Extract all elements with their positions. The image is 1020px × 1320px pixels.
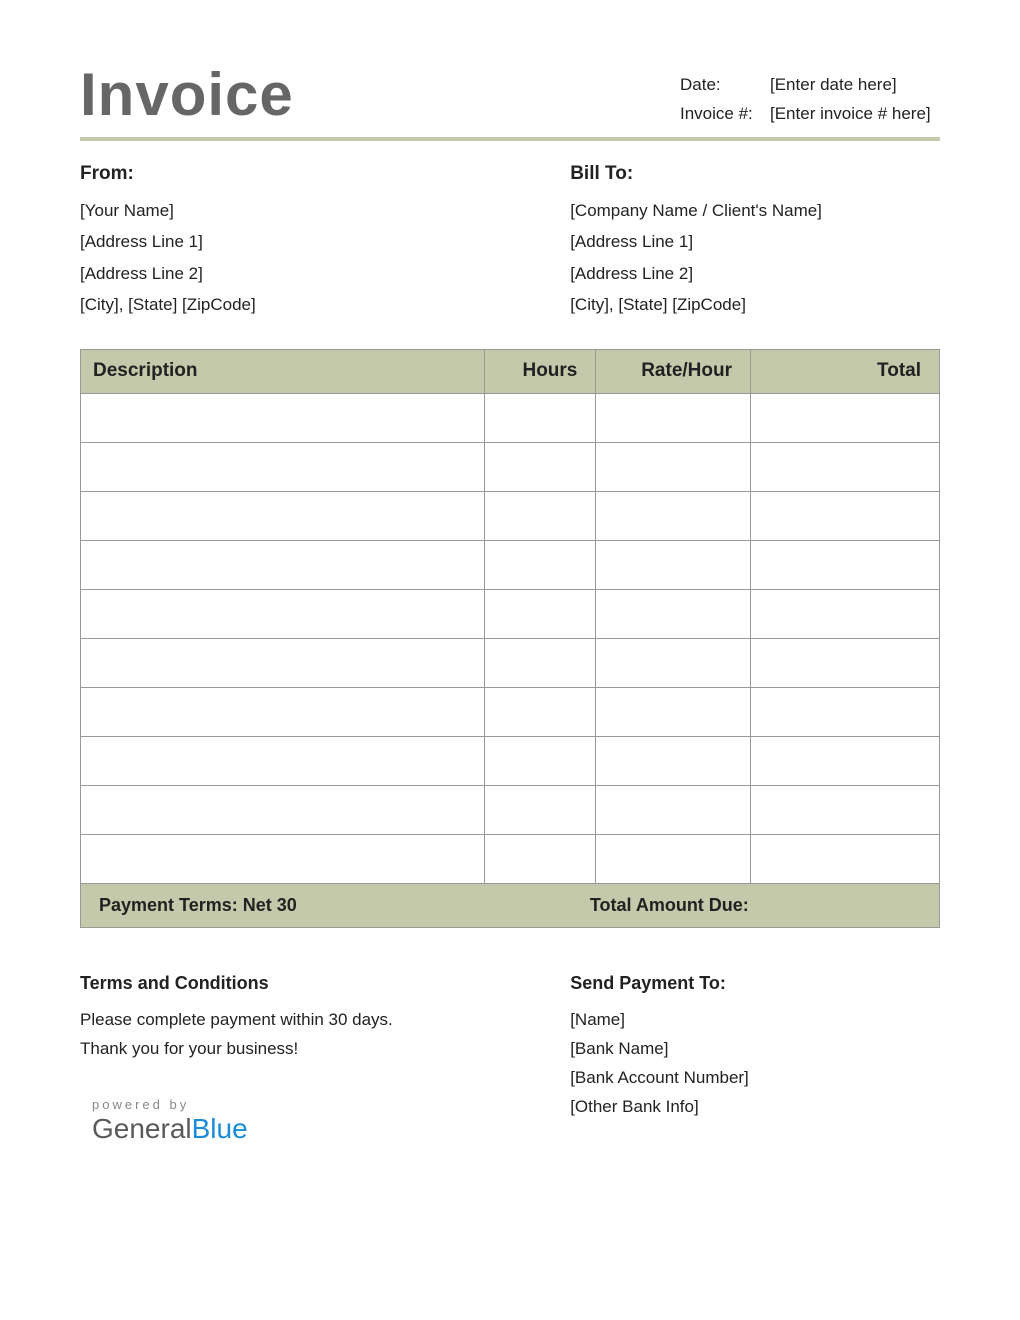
invoice-number-field[interactable]: [Enter invoice # here]: [770, 100, 940, 129]
brand-logo: GeneralBlue: [92, 1114, 570, 1143]
brand-part1: General: [92, 1113, 192, 1144]
total-due-value[interactable]: [759, 884, 939, 927]
bill-to-city[interactable]: [City], [State] [ZipCode]: [570, 289, 940, 320]
cell-desc[interactable]: [81, 491, 485, 540]
bill-to-heading: Bill To:: [570, 163, 940, 185]
table-row: [81, 491, 940, 540]
cell-rate[interactable]: [596, 491, 751, 540]
col-description: Description: [81, 349, 485, 393]
cell-total[interactable]: [751, 785, 940, 834]
send-payment-bank[interactable]: [Bank Name]: [570, 1035, 940, 1064]
totals-row: Payment Terms: Net 30 Total Amount Due:: [80, 884, 940, 928]
table-row: [81, 589, 940, 638]
parties-section: From: [Your Name] [Address Line 1] [Addr…: [80, 163, 940, 321]
send-payment-block: Send Payment To: [Name] [Bank Name] [Ban…: [570, 968, 940, 1144]
cell-total[interactable]: [751, 491, 940, 540]
table-row: [81, 736, 940, 785]
cell-total[interactable]: [751, 442, 940, 491]
send-payment-name[interactable]: [Name]: [570, 1006, 940, 1035]
invoice-number-label: Invoice #:: [680, 100, 770, 129]
cell-hours[interactable]: [484, 491, 596, 540]
cell-hours[interactable]: [484, 393, 596, 442]
cell-hours[interactable]: [484, 638, 596, 687]
cell-desc[interactable]: [81, 442, 485, 491]
cell-total[interactable]: [751, 589, 940, 638]
cell-total[interactable]: [751, 540, 940, 589]
powered-by: powered by GeneralBlue: [92, 1094, 570, 1143]
send-payment-account[interactable]: [Bank Account Number]: [570, 1064, 940, 1093]
from-city[interactable]: [City], [State] [ZipCode]: [80, 289, 570, 320]
from-addr1[interactable]: [Address Line 1]: [80, 226, 570, 257]
cell-desc[interactable]: [81, 540, 485, 589]
terms-line1: Please complete payment within 30 days.: [80, 1006, 570, 1035]
payment-terms: Payment Terms: Net 30: [81, 884, 544, 927]
cell-hours[interactable]: [484, 687, 596, 736]
total-due-label: Total Amount Due:: [544, 884, 759, 927]
table-row: [81, 393, 940, 442]
cell-total[interactable]: [751, 736, 940, 785]
cell-total[interactable]: [751, 834, 940, 883]
cell-desc[interactable]: [81, 785, 485, 834]
brand-part2: Blue: [192, 1113, 248, 1144]
cell-rate[interactable]: [596, 540, 751, 589]
terms-block: Terms and Conditions Please complete pay…: [80, 968, 570, 1144]
cell-total[interactable]: [751, 638, 940, 687]
cell-rate[interactable]: [596, 393, 751, 442]
from-addr2[interactable]: [Address Line 2]: [80, 258, 570, 289]
invoice-meta: Date: [Enter date here] Invoice #: [Ente…: [680, 71, 940, 129]
page-title: Invoice: [80, 60, 294, 129]
send-payment-heading: Send Payment To:: [570, 968, 940, 999]
cell-desc[interactable]: [81, 834, 485, 883]
cell-rate[interactable]: [596, 834, 751, 883]
cell-rate[interactable]: [596, 687, 751, 736]
table-row: [81, 785, 940, 834]
cell-total[interactable]: [751, 687, 940, 736]
cell-rate[interactable]: [596, 736, 751, 785]
col-hours: Hours: [484, 349, 596, 393]
cell-hours[interactable]: [484, 589, 596, 638]
cell-rate[interactable]: [596, 638, 751, 687]
cell-hours[interactable]: [484, 540, 596, 589]
from-heading: From:: [80, 163, 570, 185]
cell-desc[interactable]: [81, 589, 485, 638]
table-row: [81, 638, 940, 687]
bottom-section: Terms and Conditions Please complete pay…: [80, 968, 940, 1144]
table-row: [81, 540, 940, 589]
cell-hours[interactable]: [484, 834, 596, 883]
cell-desc[interactable]: [81, 638, 485, 687]
cell-desc[interactable]: [81, 687, 485, 736]
cell-hours[interactable]: [484, 736, 596, 785]
table-row: [81, 834, 940, 883]
from-block: From: [Your Name] [Address Line 1] [Addr…: [80, 163, 570, 321]
cell-total[interactable]: [751, 393, 940, 442]
col-total: Total: [751, 349, 940, 393]
bill-to-name[interactable]: [Company Name / Client's Name]: [570, 195, 940, 226]
cell-rate[interactable]: [596, 785, 751, 834]
header: Invoice Date: [Enter date here] Invoice …: [80, 60, 940, 141]
table-row: [81, 687, 940, 736]
bill-to-addr1[interactable]: [Address Line 1]: [570, 226, 940, 257]
date-label: Date:: [680, 71, 770, 100]
col-rate: Rate/Hour: [596, 349, 751, 393]
cell-rate[interactable]: [596, 589, 751, 638]
from-name[interactable]: [Your Name]: [80, 195, 570, 226]
cell-desc[interactable]: [81, 393, 485, 442]
table-row: [81, 442, 940, 491]
bill-to-addr2[interactable]: [Address Line 2]: [570, 258, 940, 289]
send-payment-other[interactable]: [Other Bank Info]: [570, 1093, 940, 1122]
terms-line2: Thank you for your business!: [80, 1035, 570, 1064]
cell-rate[interactable]: [596, 442, 751, 491]
date-field[interactable]: [Enter date here]: [770, 71, 940, 100]
bill-to-block: Bill To: [Company Name / Client's Name] …: [570, 163, 940, 321]
terms-heading: Terms and Conditions: [80, 968, 570, 999]
cell-desc[interactable]: [81, 736, 485, 785]
line-items-table: Description Hours Rate/Hour Total: [80, 349, 940, 884]
cell-hours[interactable]: [484, 785, 596, 834]
cell-hours[interactable]: [484, 442, 596, 491]
